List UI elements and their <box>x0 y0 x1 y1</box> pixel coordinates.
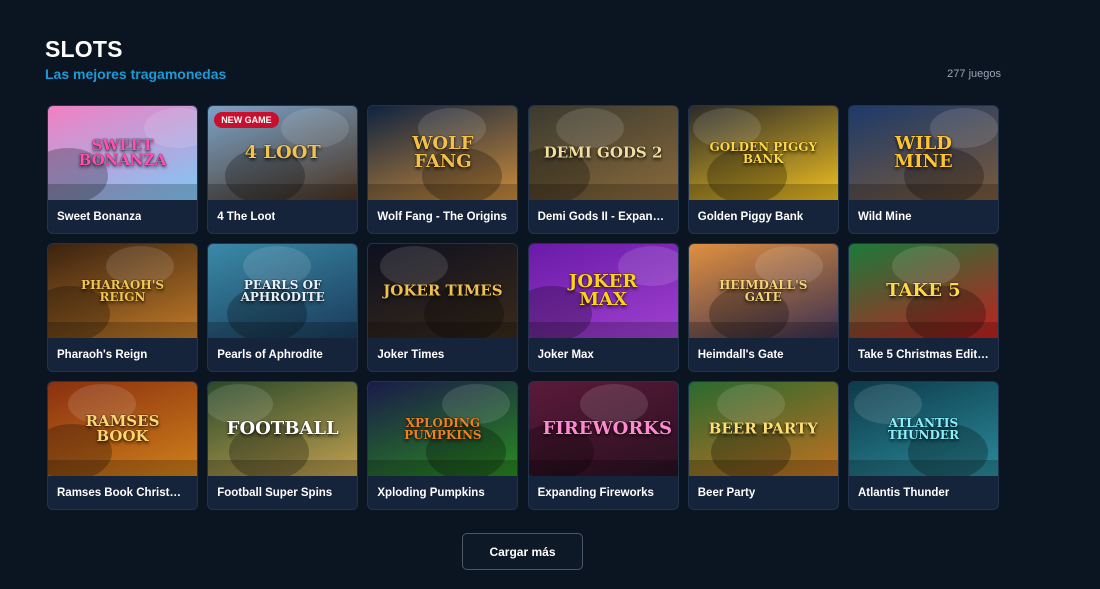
game-card[interactable]: RAMSES BOOK Ramses Book Christmas Edition <box>47 381 198 510</box>
game-thumbnail[interactable]: JOKER MAX <box>528 244 678 338</box>
game-name-label: Heimdall's Gate <box>697 348 784 361</box>
game-card[interactable]: JOKER TIMES Joker Times <box>367 243 519 372</box>
game-logo: SWEET BONANZA <box>78 136 167 169</box>
section-title: SLOTS <box>45 36 123 62</box>
new-game-badge: NEW GAME <box>214 112 279 128</box>
game-name: Pharaoh's Reign <box>48 338 197 371</box>
game-name-label: Demi Gods II - Expanded Edition <box>537 210 669 223</box>
game-thumbnail[interactable]: PHARAOH'S REIGN <box>48 244 197 338</box>
game-thumbnail[interactable]: RAMSES BOOK <box>48 382 197 476</box>
game-card[interactable]: FOOTBALL Football Super Spins <box>207 381 359 510</box>
game-name-label: Golden Piggy Bank <box>697 210 804 223</box>
game-name: 4 The Loot <box>208 200 357 233</box>
game-card[interactable]: PHARAOH'S REIGN Pharaoh's Reign <box>47 243 198 372</box>
game-logo: PEARLS OF APHRODITE <box>240 278 325 304</box>
game-card[interactable]: XPLODING PUMPKINS Xploding Pumpkins <box>367 381 519 510</box>
game-name: Football Super Spins <box>208 476 357 509</box>
game-name-label: Wild Mine <box>857 210 912 223</box>
game-card[interactable]: GOLDEN PIGGY BANK Golden Piggy Bank <box>687 105 839 234</box>
section-header: SLOTS Las mejores tragamonedas 277 juego… <box>45 36 1001 82</box>
game-card[interactable]: SWEET BONANZA Sweet Bonanza <box>47 105 198 234</box>
game-logo: GOLDEN PIGGY BANK <box>709 140 818 166</box>
game-name-label: Wolf Fang - The Origins <box>377 210 507 223</box>
game-card[interactable]: HEIMDALL'S GATE Heimdall's Gate <box>687 243 839 372</box>
games-grid: SWEET BONANZA Sweet Bonanza NEW GAME 4 LOOT… <box>47 105 999 510</box>
game-name: Wild Mine <box>849 200 998 233</box>
game-thumbnail[interactable]: PEARLS OF APHRODITE <box>208 244 358 338</box>
game-card[interactable]: WILD MINE Wild Mine <box>847 105 999 234</box>
game-name-label: Pharaoh's Reign <box>57 348 148 361</box>
game-name: Demi Gods II - Expanded Edition <box>529 200 678 233</box>
load-more-button[interactable]: Cargar más <box>462 533 583 570</box>
game-name-label: Sweet Bonanza <box>57 210 142 223</box>
game-logo: BEER PARTY <box>708 419 818 438</box>
section-subtitle: Las mejores tragamonedas <box>45 66 227 82</box>
game-name-label: Ramses Book Christmas Edition <box>57 486 188 499</box>
game-name-label: Football Super Spins <box>217 486 333 499</box>
game-logo: 4 LOOT <box>244 142 321 163</box>
game-name-label: Xploding Pumpkins <box>377 486 485 499</box>
game-logo: WILD MINE <box>894 133 953 172</box>
game-card[interactable]: BEER PARTY Beer Party <box>687 381 839 510</box>
game-name: Pearls of Aphrodite <box>208 338 357 371</box>
game-card[interactable]: PEARLS OF APHRODITE Pearls of Aphrodite <box>207 243 359 372</box>
game-name-label: Joker Times <box>377 348 445 361</box>
game-name: Take 5 Christmas Edition <box>849 338 998 371</box>
game-logo: XPLODING PUMPKINS <box>404 416 482 442</box>
game-card[interactable]: WOLF FANG Wolf Fang - The Origins <box>367 105 519 234</box>
game-logo: PHARAOH'S REIGN <box>80 278 165 304</box>
game-name: Ramses Book Christmas Edition <box>48 476 197 509</box>
game-card[interactable]: DEMI GODS 2 Demi Gods II - Expanded Editi… <box>527 105 679 234</box>
game-logo: JOKER TIMES <box>383 281 503 300</box>
game-logo: TAKE 5 <box>886 280 961 301</box>
game-logo: HEIMDALL'S GATE <box>719 278 808 304</box>
game-name-label: Take 5 Christmas Edition <box>857 348 989 361</box>
game-name-label: Pearls of Aphrodite <box>217 348 323 361</box>
game-logo: WOLF FANG <box>412 133 474 172</box>
game-thumbnail[interactable]: FIREWORKS <box>528 382 678 476</box>
game-card[interactable]: NEW GAME 4 LOOT 4 The Loot <box>207 105 359 234</box>
game-card[interactable]: JOKER MAX Joker Max <box>527 243 679 372</box>
game-logo: FIREWORKS <box>542 418 672 439</box>
game-name: Golden Piggy Bank <box>689 200 838 233</box>
game-name: Joker Times <box>368 338 517 371</box>
game-thumbnail[interactable]: SWEET BONANZA <box>48 106 197 200</box>
game-name: Atlantis Thunder <box>849 476 998 509</box>
game-logo: JOKER MAX <box>568 271 638 310</box>
game-card[interactable]: FIREWORKS Expanding Fireworks <box>527 381 679 510</box>
game-name-label: Joker Max <box>537 348 594 361</box>
game-thumbnail[interactable]: HEIMDALL'S GATE <box>688 244 838 338</box>
game-name-label: 4 The Loot <box>217 210 276 223</box>
game-name: Xploding Pumpkins <box>368 476 517 509</box>
game-thumbnail[interactable]: ATLANTIS THUNDER <box>848 382 998 476</box>
game-logo: RAMSES BOOK <box>85 412 160 445</box>
game-name: Sweet Bonanza <box>48 200 197 233</box>
game-thumbnail[interactable]: FOOTBALL <box>208 382 358 476</box>
game-name-label: Atlantis Thunder <box>857 486 950 499</box>
game-thumbnail[interactable]: DEMI GODS 2 <box>528 106 678 200</box>
game-name: Wolf Fang - The Origins <box>368 200 517 233</box>
game-thumbnail[interactable]: WOLF FANG <box>368 106 518 200</box>
game-name: Expanding Fireworks <box>529 476 678 509</box>
game-card[interactable]: TAKE 5 Take 5 Christmas Edition <box>847 243 999 372</box>
game-thumbnail[interactable]: BEER PARTY <box>688 382 838 476</box>
game-name-label: Beer Party <box>697 486 756 499</box>
game-thumbnail[interactable]: XPLODING PUMPKINS <box>368 382 518 476</box>
game-name: Joker Max <box>529 338 678 371</box>
game-logo: ATLANTIS THUNDER <box>887 416 960 442</box>
game-thumbnail[interactable]: GOLDEN PIGGY BANK <box>688 106 838 200</box>
game-name: Beer Party <box>689 476 838 509</box>
game-logo: DEMI GODS 2 <box>543 143 663 162</box>
games-count: 277 juegos <box>947 68 1001 80</box>
game-thumbnail[interactable]: TAKE 5 <box>848 244 998 338</box>
game-thumbnail[interactable]: JOKER TIMES <box>368 244 518 338</box>
game-card[interactable]: ATLANTIS THUNDER Atlantis Thunder <box>847 381 999 510</box>
game-name-label: Expanding Fireworks <box>537 486 654 499</box>
game-logo: FOOTBALL <box>226 418 339 439</box>
game-thumbnail[interactable]: WILD MINE <box>848 106 998 200</box>
game-name: Heimdall's Gate <box>689 338 838 371</box>
